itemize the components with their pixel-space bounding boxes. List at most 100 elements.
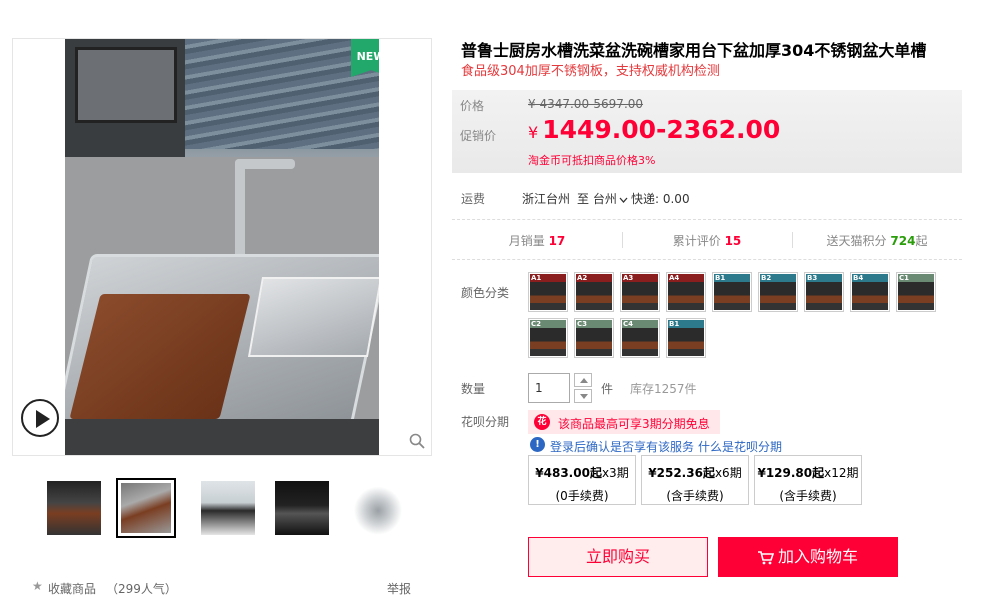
plan-fee: (含手续费)	[779, 489, 837, 503]
promo-price-value: 1449.00-2362.00	[542, 115, 781, 144]
add-to-cart-button[interactable]: 加入购物车	[718, 537, 898, 577]
price-label: 价格	[460, 99, 485, 113]
ship-to-select[interactable]: 至 台州	[577, 190, 628, 207]
swatch-b2[interactable]: B2	[758, 272, 798, 312]
points-label: 送天猫积分	[826, 234, 887, 248]
zoom-icon[interactable]	[409, 433, 425, 449]
installment-plan-12[interactable]: ¥129.80起x12期 (含手续费)	[754, 455, 862, 505]
swatch-label: C2	[531, 320, 542, 328]
chevron-down-icon	[619, 197, 628, 203]
swatch-label: A1	[531, 274, 542, 282]
plan-amount: ¥129.80起	[757, 466, 825, 480]
thumbnail-2[interactable]	[116, 478, 176, 538]
quantity-unit: 件	[601, 382, 614, 396]
thumbnail-strip	[44, 478, 405, 540]
divider	[452, 219, 962, 220]
plan-amount-line: ¥129.80起x12期	[755, 464, 861, 481]
swatch-c4[interactable]: C4	[620, 318, 660, 358]
plan-periods: x3期	[601, 466, 629, 480]
huabei-help-link[interactable]: 什么是花呗分期	[698, 438, 782, 455]
promo-label: 促销价	[460, 129, 497, 143]
star-icon[interactable]: ★	[32, 579, 43, 593]
quantity-increment-button[interactable]	[574, 373, 592, 387]
product-subtitle: 食品级304加厚不锈钢板，支持权威机构检测	[461, 64, 720, 79]
plan-amount-line: ¥483.00起x3期	[529, 464, 635, 481]
swatch-c3[interactable]: C3	[574, 318, 614, 358]
promo-price: ¥1449.00-2362.00	[528, 115, 780, 144]
swatch-c2[interactable]: C2	[528, 318, 568, 358]
color-swatches: A1 A2 A3 A4 B1 B2 B3 B4 C1 C2 C3 C4 B1	[528, 272, 968, 362]
swatch-label: C4	[623, 320, 634, 328]
swatch-a1[interactable]: A1	[528, 272, 568, 312]
product-title: 普鲁士厨房水槽洗菜盆洗碗槽家用台下盆加厚304不锈钢盆大单槽	[461, 41, 927, 60]
swatch-b1[interactable]: B1	[712, 272, 752, 312]
plan-amount: ¥252.36起	[648, 466, 715, 480]
installment-plan-3[interactable]: ¥483.00起x3期 (0手续费)	[528, 455, 636, 505]
currency-symbol: ¥	[528, 123, 539, 142]
cart-icon	[757, 550, 774, 564]
ship-to-text: 至 台州	[577, 192, 617, 206]
play-video-icon[interactable]	[21, 399, 59, 437]
points-suffix: 起	[915, 234, 928, 248]
new-badge: NEW	[351, 39, 379, 77]
swatch-label: C3	[577, 320, 588, 328]
swatch-label: A3	[623, 274, 634, 282]
coin-discount-note: 淘金币可抵扣商品价格3%	[528, 154, 656, 167]
thumbnail-1[interactable]	[44, 478, 104, 538]
reviews-label: 累计评价	[672, 234, 721, 248]
swatch-a3[interactable]: A3	[620, 272, 660, 312]
plan-amount-line: ¥252.36起x6期	[642, 464, 748, 481]
plan-fee: (0手续费)	[555, 489, 609, 503]
original-price: ¥ 4347.00-5697.00	[528, 97, 644, 111]
installment-plan-6[interactable]: ¥252.36起x6期 (含手续费)	[641, 455, 749, 505]
huabei-banner: 花 该商品最高可享3期分期免息	[528, 410, 720, 434]
shipping-row: 运费 浙江台州 至 台州 快递: 0.00	[461, 190, 961, 210]
swatch-a2[interactable]: A2	[574, 272, 614, 312]
swatch-label: A2	[577, 274, 588, 282]
swatch-label: B3	[807, 274, 818, 282]
swatch-c1[interactable]: C1	[896, 272, 936, 312]
huabei-logo-icon: 花	[534, 414, 550, 430]
shipping-fee: 快递: 0.00	[631, 192, 690, 206]
thumbnail-4[interactable]	[272, 478, 332, 538]
swatch-label: C1	[899, 274, 910, 282]
swatch-label: B2	[761, 274, 772, 282]
quantity-input[interactable]	[528, 373, 570, 403]
swatch-a4[interactable]: A4	[666, 272, 706, 312]
price-panel: 价格 ¥ 4347.00-5697.00 促销价 ¥1449.00-2362.0…	[452, 90, 962, 173]
plan-periods: x6期	[714, 466, 742, 480]
swatch-label: B1	[715, 274, 726, 282]
reviews-count[interactable]: 累计评价 15	[622, 232, 792, 249]
swatch-b3[interactable]: B3	[804, 272, 844, 312]
color-label: 颜色分类	[461, 286, 510, 300]
plan-periods: x12期	[824, 466, 859, 480]
report-link[interactable]: 举报	[387, 580, 411, 597]
monthly-sales: 月销量 17	[452, 232, 622, 249]
swatch-b4[interactable]: B4	[850, 272, 890, 312]
plan-fee: (含手续费)	[666, 489, 724, 503]
reviews-value: 15	[724, 234, 742, 248]
favorite-row: ★ 收藏商品 （299人气） 举报	[30, 578, 420, 596]
thumbnail-5[interactable]	[348, 478, 408, 538]
quantity-label: 数量	[461, 382, 486, 396]
monthly-sales-label: 月销量	[508, 234, 545, 248]
thumbnail-3[interactable]	[198, 478, 258, 538]
buy-now-button[interactable]: 立即购买	[528, 537, 708, 577]
divider	[452, 259, 962, 260]
tmall-points: 送天猫积分 724起	[792, 232, 962, 249]
swatch-b1-alt[interactable]: B1	[666, 318, 706, 358]
huabei-banner-text: 该商品最高可享3期分期免息	[558, 417, 710, 431]
stats-row: 月销量 17 累计评价 15 送天猫积分 724起	[452, 230, 962, 250]
huabei-login-note[interactable]: 登录后确认是否享有该服务	[550, 438, 694, 455]
product-photo: NEW 公益 宝贝	[65, 39, 379, 455]
swatch-label: B4	[853, 274, 864, 282]
quantity-decrement-button[interactable]	[574, 389, 592, 403]
favorite-button[interactable]: 收藏商品	[48, 580, 96, 597]
add-to-cart-label: 加入购物车	[777, 547, 858, 566]
main-product-image[interactable]: NEW 公益 宝贝	[12, 38, 432, 456]
swatch-label: A4	[669, 274, 680, 282]
shipping-label: 运费	[461, 192, 486, 206]
ship-from: 浙江台州	[522, 192, 571, 206]
swatch-label: B1	[669, 320, 680, 328]
points-value: 724	[890, 234, 916, 248]
